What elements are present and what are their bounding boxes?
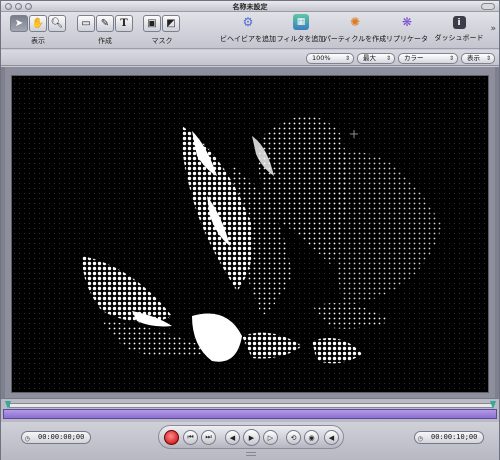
- canvas-area: [1, 67, 499, 398]
- zoom-tool-button[interactable]: 🔍︎: [48, 15, 66, 32]
- arrow-pointer-icon: ➤: [14, 18, 24, 29]
- mask-rect-tool-button[interactable]: ▣: [143, 15, 161, 32]
- bezier-tool-button[interactable]: ✎: [96, 15, 114, 32]
- resolution-value: 最大: [363, 54, 376, 62]
- filter-icon: ▦: [293, 14, 309, 30]
- hand-icon: ✋: [31, 18, 45, 29]
- speaker-icon: ◉: [308, 433, 315, 442]
- title-bar: 名称未設定: [1, 1, 499, 12]
- pan-tool-button[interactable]: ✋: [29, 15, 47, 32]
- mute-button[interactable]: ◀: [324, 430, 339, 445]
- channels-value: カラー: [404, 54, 424, 62]
- mute-icon: ◀: [328, 433, 335, 442]
- loop-icon: ⟲: [290, 433, 297, 442]
- rectangle-icon: ▭: [81, 18, 91, 29]
- step-forward-icon: ▷: [267, 433, 274, 442]
- dashboard-label: ダッシュボード: [434, 34, 484, 42]
- mini-timeline[interactable]: [1, 398, 499, 422]
- view-options-value: 表示: [467, 54, 480, 62]
- record-button[interactable]: [164, 430, 179, 445]
- replicator-icon: ❋: [401, 15, 413, 29]
- updown-arrows-icon: ⇕: [485, 55, 491, 62]
- loop-button[interactable]: ⟲: [286, 430, 301, 445]
- app-window: 名称未設定 ➤ ✋ 🔍︎ 表示 ▭ ✎ T 作成 ▣ ◩ マスク ⚙ ビヘイビア…: [0, 0, 500, 460]
- resolution-select[interactable]: 最大 ⇕: [357, 53, 395, 64]
- playback-controls: ⏮ ⏭ ◀ ▶ ▷ ⟲ ◉ ◀: [158, 425, 344, 449]
- end-timecode-value: 00:00:10;00: [431, 433, 478, 441]
- mask-bezier-tool-button[interactable]: ◩: [162, 15, 180, 32]
- particle-icon: ✺: [349, 15, 361, 29]
- view-group-label: 表示: [31, 37, 45, 45]
- channels-select[interactable]: カラー ⇕: [398, 53, 458, 64]
- updown-arrows-icon: ⇕: [448, 55, 454, 62]
- timeline-object-bar[interactable]: [3, 409, 497, 419]
- step-back-icon: ◀: [229, 433, 236, 442]
- right-splitter[interactable]: [495, 67, 499, 398]
- updown-arrows-icon: ⇕: [344, 55, 350, 62]
- start-timecode-field[interactable]: ◷ 00:00:00;00: [21, 431, 92, 444]
- clock-icon: ◷: [25, 434, 30, 443]
- skip-start-icon: ⏮: [187, 433, 194, 441]
- view-tool-group: ➤ ✋ 🔍︎: [10, 15, 66, 34]
- mask-shape-icon: ◩: [166, 18, 176, 29]
- play-button[interactable]: ▶: [243, 429, 260, 446]
- resize-grip[interactable]: [246, 452, 256, 456]
- updown-arrows-icon: ⇕: [385, 55, 391, 62]
- go-to-start-button[interactable]: ⏮: [183, 430, 198, 445]
- gear-icon: ⚙: [242, 15, 254, 29]
- view-options-select[interactable]: 表示 ⇕: [461, 53, 495, 64]
- start-timecode-value: 00:00:00;00: [38, 433, 85, 441]
- mask-group-label: マスク: [151, 37, 173, 45]
- canvas-view-bar: 100% ⇕ 最大 ⇕ カラー ⇕ 表示 ⇕: [1, 50, 499, 66]
- window-title: 名称未設定: [232, 3, 268, 11]
- info-icon: i: [452, 16, 466, 29]
- left-splitter[interactable]: [1, 67, 5, 398]
- toolbar-overflow-icon[interactable]: »: [490, 24, 496, 34]
- toolbar-toggle-button[interactable]: [481, 3, 495, 10]
- magnifier-icon: 🔍︎: [50, 18, 64, 29]
- end-timecode-field[interactable]: ◷ 00:00:10;00: [414, 431, 485, 444]
- select-tool-button[interactable]: ➤: [10, 15, 28, 32]
- zoom-value: 100%: [312, 54, 331, 62]
- step-back-button[interactable]: ◀: [225, 430, 240, 445]
- text-icon: T: [120, 18, 128, 29]
- play-icon: ▶: [248, 433, 255, 442]
- rectangle-tool-button[interactable]: ▭: [77, 15, 95, 32]
- mask-rectangle-icon: ▣: [147, 18, 157, 29]
- zoom-select[interactable]: 100% ⇕: [306, 53, 354, 64]
- create-group-label: 作成: [98, 37, 112, 45]
- go-to-end-button[interactable]: ⏭: [201, 430, 216, 445]
- step-forward-button[interactable]: ▷: [263, 430, 278, 445]
- clock-icon: ◷: [418, 434, 423, 443]
- mask-tool-group: ▣ ◩: [143, 15, 180, 34]
- toolbar: ➤ ✋ 🔍︎ 表示 ▭ ✎ T 作成 ▣ ◩ マスク ⚙ ビヘイビアを追加 ▦ …: [1, 12, 499, 49]
- transport-bar: ◷ 00:00:00;00 ⏮ ⏭ ◀ ▶ ▷ ⟲ ◉ ◀ ◷ 00:00:10;0…: [1, 422, 499, 460]
- pen-icon: ✎: [100, 18, 110, 29]
- halftone-flower-image: [12, 76, 488, 392]
- timeline-ruler[interactable]: [9, 403, 493, 408]
- text-tool-button[interactable]: T: [115, 15, 133, 32]
- audio-button[interactable]: ◉: [304, 430, 319, 445]
- create-tool-group: ▭ ✎ T: [77, 15, 133, 34]
- skip-end-icon: ⏭: [205, 433, 212, 441]
- canvas-frame[interactable]: [11, 75, 489, 393]
- dashboard-button[interactable]: i ダッシュボード: [427, 14, 491, 43]
